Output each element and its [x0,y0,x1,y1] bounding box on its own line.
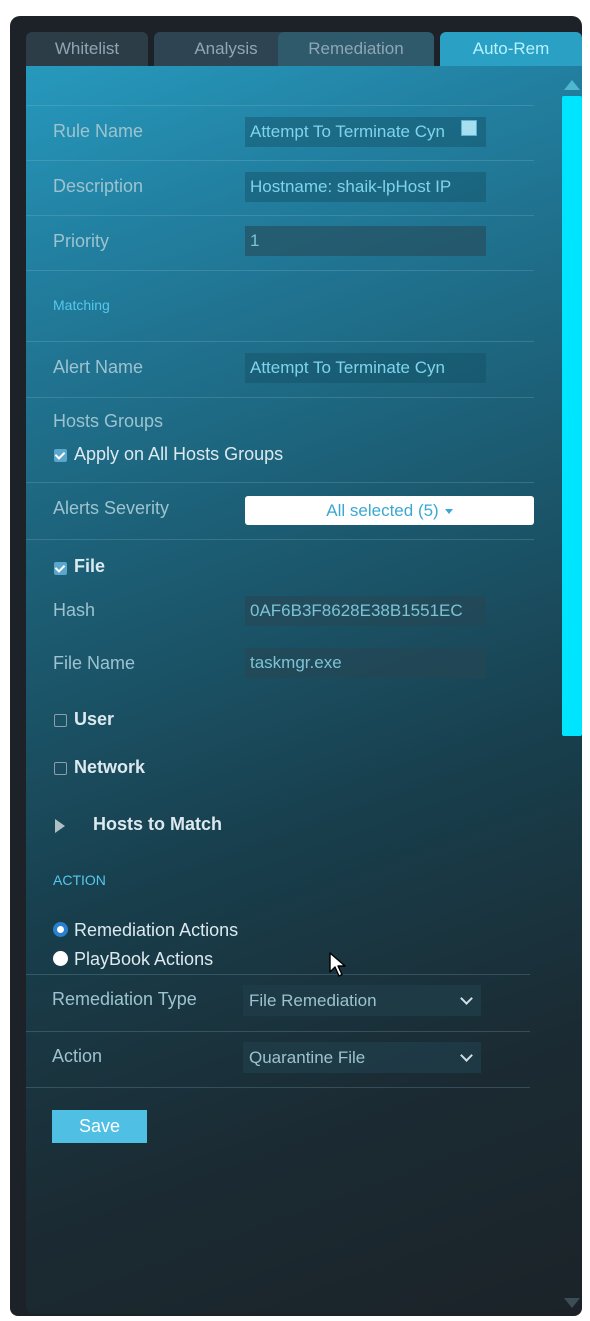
alert-name-input[interactable]: Attempt To Terminate Cyn [245,353,486,383]
action-section-title: ACTION [53,872,106,888]
mouse-cursor-icon [329,952,346,977]
divider [26,539,534,540]
radio-unselected-icon[interactable] [53,951,68,966]
priority-label: Priority [53,231,110,251]
scrollbar[interactable] [562,80,582,1310]
hash-label: Hash [53,600,96,620]
remediation-type-select[interactable]: File Remediation [243,985,481,1016]
text-cursor-icon [461,120,477,136]
alerts-severity-value: All selected (5) [326,501,439,520]
rule-name-input[interactable]: Attempt To Terminate Cyn [245,117,486,147]
priority-input[interactable]: 1 [245,226,486,256]
checkbox-unchecked-icon[interactable] [54,762,67,775]
divider [26,105,534,106]
file-name-input[interactable]: taskmgr.exe [245,648,486,678]
alerts-severity-select[interactable]: All selected (5) [245,496,534,525]
action-select[interactable]: Quarantine File [243,1042,481,1073]
remediation-type-value: File Remediation [249,991,377,1010]
playbook-actions-label[interactable]: PlayBook Actions [74,949,213,970]
file-match-label[interactable]: File [74,556,105,577]
description-label: Description [53,176,144,196]
checkbox-checked-icon[interactable] [54,562,67,575]
tab-auto-rem[interactable]: Auto-Rem [440,32,582,66]
action-label: Action [52,1046,103,1066]
triangle-right-icon[interactable] [55,819,65,833]
divider [26,215,534,216]
chevron-down-icon [460,992,473,1005]
divider [26,160,534,161]
hosts-to-match-label[interactable]: Hosts to Match [93,814,222,835]
tab-remediation[interactable]: Remediation [278,32,434,66]
rule-name-label: Rule Name [53,121,144,141]
remediation-actions-label[interactable]: Remediation Actions [74,920,238,941]
description-input[interactable]: Hostname: shaik-lpHost IP [245,172,486,202]
divider [26,270,534,271]
scrollbar-thumb[interactable] [562,96,582,736]
network-match-label[interactable]: Network [74,757,145,778]
tab-analysis[interactable]: Analysis [154,32,298,66]
caret-down-icon [444,509,453,515]
tab-whitelist[interactable]: Whitelist [26,32,148,66]
tab-bar: Whitelist Analysis Remediation Auto-Rem [26,32,582,66]
scroll-up-arrow-icon[interactable] [564,80,580,90]
remediation-type-label: Remediation Type [52,989,197,1009]
hash-input[interactable]: 0AF6B3F8628E38B1551EC [245,596,486,626]
user-match-label[interactable]: User [74,709,114,730]
hosts-groups-label: Hosts Groups [53,411,164,431]
action-value: Quarantine File [249,1048,366,1067]
alert-name-label: Alert Name [53,357,144,377]
alerts-severity-label: Alerts Severity [53,498,170,518]
matching-section-title: Matching [53,297,110,313]
divider [26,1031,530,1032]
divider [26,341,534,342]
file-name-label: File Name [53,653,136,673]
chevron-down-icon [460,1049,473,1062]
checkbox-checked-icon[interactable] [54,449,67,462]
divider [26,1087,530,1088]
divider [26,974,530,975]
apply-all-hosts-groups-label[interactable]: Apply on All Hosts Groups [74,444,283,465]
radio-selected-icon[interactable] [53,922,68,937]
checkbox-unchecked-icon[interactable] [54,714,67,727]
scroll-down-arrow-icon[interactable] [564,1298,580,1308]
save-button[interactable]: Save [52,1110,147,1143]
divider [26,482,534,483]
divider [26,397,534,398]
